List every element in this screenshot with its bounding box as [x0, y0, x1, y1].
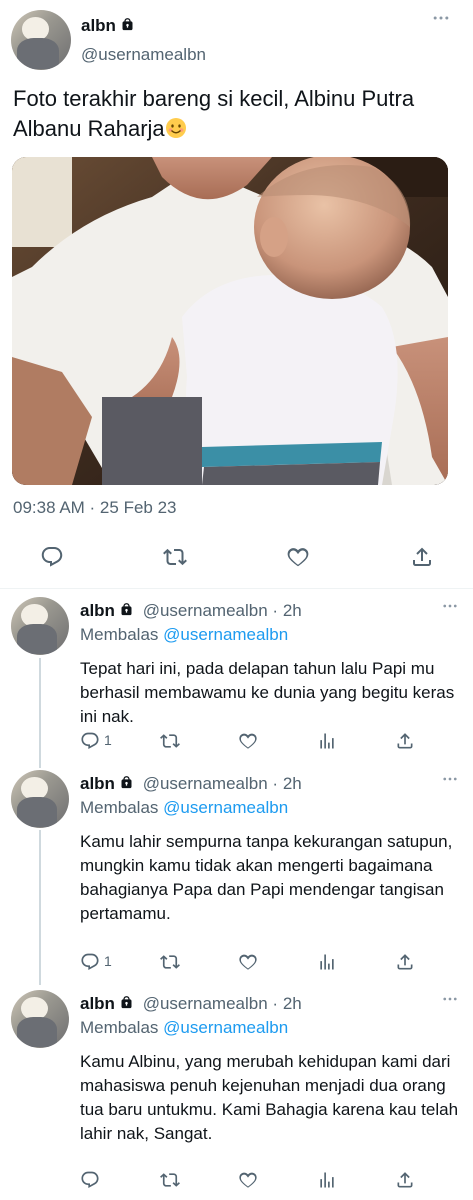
like-icon[interactable]	[286, 545, 312, 571]
share-icon[interactable]	[395, 1170, 415, 1190]
reply-time[interactable]: 2h	[283, 774, 302, 793]
mention-link[interactable]: @usernamealbn	[163, 1018, 288, 1037]
replying-label: Membalas	[80, 798, 159, 817]
share-icon[interactable]	[410, 545, 436, 571]
lock-icon	[119, 995, 134, 1010]
lock-icon	[119, 775, 134, 790]
handle[interactable]: @usernamealbn	[143, 994, 268, 1013]
display-name[interactable]: albn	[80, 994, 115, 1013]
mention-link[interactable]: @usernamealbn	[163, 798, 288, 817]
replying-label: Membalas	[80, 625, 159, 644]
views-icon[interactable]	[317, 731, 337, 751]
tweet-actions	[0, 545, 473, 575]
replying-to: Membalas @usernamealbn	[80, 1018, 288, 1038]
tweet-text-content: Foto terakhir bareng si kecil, Albinu Pu…	[13, 86, 415, 141]
retweet-icon[interactable]	[160, 731, 180, 751]
reply-text: Tepat hari ini, pada delapan tahun lalu …	[80, 659, 455, 726]
replying-label: Membalas	[80, 1018, 159, 1037]
reply-header: albn @usernamealbn · 2h	[80, 601, 302, 620]
display-name[interactable]: albn	[81, 16, 135, 36]
display-name-text: albn	[81, 16, 116, 35]
reply-icon[interactable]	[80, 952, 100, 972]
reply-actions: 1	[80, 952, 420, 974]
reply-text: Kamu Albinu, yang merubah kehidupan kami…	[80, 1052, 459, 1143]
tweet-text: Foto terakhir bareng si kecil, Albinu Pu…	[13, 84, 463, 144]
reply-tweet[interactable]: albn @usernamealbn · 2h Membalas @userna…	[0, 990, 473, 1195]
more-icon[interactable]	[441, 990, 459, 1008]
lock-icon	[119, 602, 134, 617]
divider	[0, 588, 473, 589]
lock-icon	[120, 17, 135, 32]
share-icon[interactable]	[395, 952, 415, 972]
like-icon[interactable]	[238, 731, 258, 751]
retweet-icon[interactable]	[160, 1170, 180, 1190]
reply-icon[interactable]	[80, 731, 100, 751]
reply-tweet[interactable]: albn @usernamealbn · 2h Membalas @userna…	[0, 597, 473, 757]
reply-time[interactable]: 2h	[283, 994, 302, 1013]
tweet-timestamp[interactable]: 09:38 AM · 25 Feb 23	[13, 498, 177, 518]
reply-actions: 1	[80, 731, 420, 753]
more-icon[interactable]	[441, 597, 459, 615]
reply-icon[interactable]	[80, 1170, 100, 1190]
reply-text: Kamu lahir sempurna tanpa kekurangan sat…	[80, 832, 453, 923]
smiling-face-emoji	[165, 117, 187, 139]
avatar[interactable]	[11, 10, 71, 70]
views-icon[interactable]	[317, 952, 337, 972]
avatar[interactable]	[11, 770, 69, 828]
display-name[interactable]: albn	[80, 774, 115, 793]
replying-to: Membalas @usernamealbn	[80, 625, 288, 645]
handle[interactable]: @usernamealbn	[143, 601, 268, 620]
reply-tweet[interactable]: albn @usernamealbn · 2h Membalas @userna…	[0, 770, 473, 980]
handle[interactable]: @usernamealbn	[81, 45, 206, 65]
retweet-icon[interactable]	[160, 952, 180, 972]
handle[interactable]: @usernamealbn	[143, 774, 268, 793]
more-icon[interactable]	[431, 8, 451, 28]
reply-header: albn @usernamealbn · 2h	[80, 774, 302, 793]
reply-actions	[80, 1170, 420, 1192]
like-icon[interactable]	[238, 952, 258, 972]
avatar[interactable]	[11, 597, 69, 655]
main-tweet: albn @usernamealbn Foto terakhir bareng …	[0, 0, 473, 590]
tweet-photo[interactable]	[12, 157, 448, 485]
replying-to: Membalas @usernamealbn	[80, 798, 288, 818]
reply-icon[interactable]	[40, 545, 66, 571]
reply-time[interactable]: 2h	[283, 601, 302, 620]
more-icon[interactable]	[441, 770, 459, 788]
retweet-icon[interactable]	[163, 545, 189, 571]
display-name[interactable]: albn	[80, 601, 115, 620]
reply-header: albn @usernamealbn · 2h	[80, 994, 302, 1013]
share-icon[interactable]	[395, 731, 415, 751]
avatar[interactable]	[11, 990, 69, 1048]
reply-count: 1	[104, 953, 112, 969]
like-icon[interactable]	[238, 1170, 258, 1190]
reply-count: 1	[104, 732, 112, 748]
mention-link[interactable]: @usernamealbn	[163, 625, 288, 644]
views-icon[interactable]	[317, 1170, 337, 1190]
